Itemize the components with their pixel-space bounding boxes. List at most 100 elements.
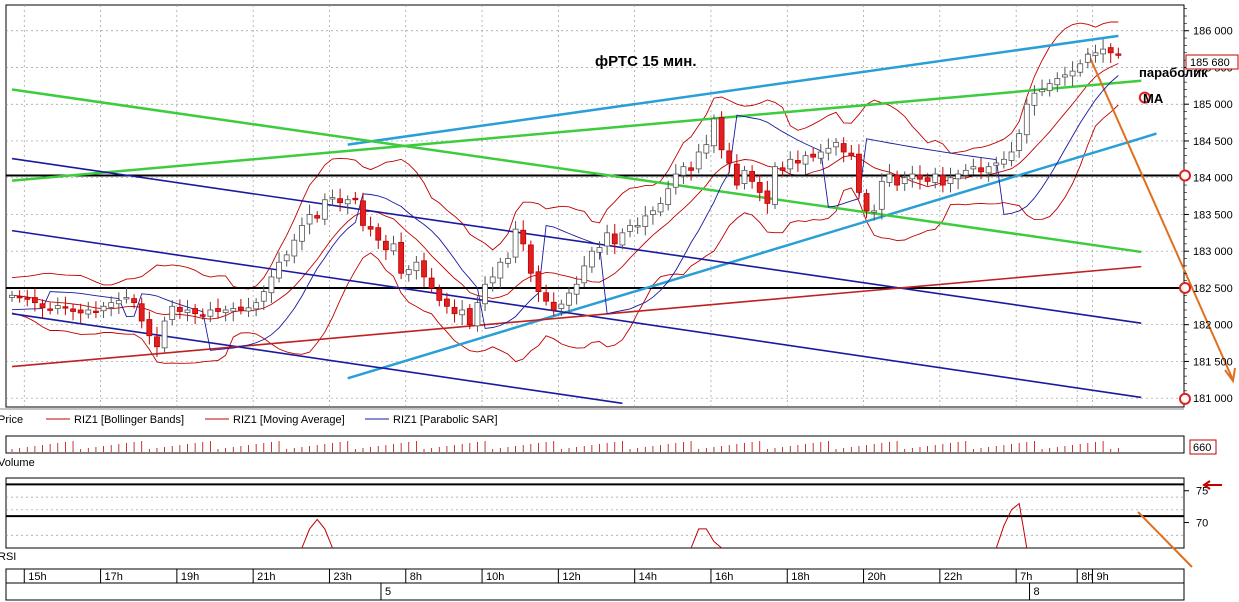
candle-up <box>634 225 641 228</box>
candle-up <box>695 151 702 170</box>
candle-up <box>650 210 656 215</box>
price-tick-label: 184 500 <box>1193 136 1233 148</box>
candle-up <box>627 225 633 232</box>
candle-down <box>924 177 931 182</box>
candle-down <box>314 215 321 219</box>
candle-down <box>1115 53 1122 56</box>
candle-down <box>718 117 725 151</box>
candle-up <box>100 305 107 312</box>
candle-up <box>1054 78 1061 86</box>
candle-up <box>772 166 778 205</box>
candle-down <box>352 197 359 201</box>
legend-bollinger: RIZ1 [Bollinger Bands] <box>74 414 184 426</box>
candle-up <box>993 162 1000 166</box>
candle-down <box>215 308 221 312</box>
candle-down <box>382 240 389 251</box>
candle-down <box>810 153 817 158</box>
candle-up <box>901 177 908 184</box>
volume-panel-frame <box>5 435 1185 454</box>
candle-up <box>207 309 214 317</box>
candle-up <box>1039 89 1045 93</box>
candle-up <box>909 173 916 180</box>
legend-price: Price <box>0 414 23 426</box>
price-tick-label: 183 500 <box>1193 209 1233 221</box>
candle-up <box>642 215 649 227</box>
legend-sar: RIZ1 [Parabolic SAR] <box>393 414 498 426</box>
candle-down <box>939 174 946 186</box>
candle-up <box>970 166 977 170</box>
volume-value-label: 660 <box>1193 442 1211 454</box>
time-tick-label: 8h <box>1081 571 1093 583</box>
time-tick-label: 7h <box>1020 571 1032 583</box>
candle-down <box>688 167 694 171</box>
candle-up <box>115 300 122 305</box>
candle-down <box>131 298 137 304</box>
candle-up <box>680 166 687 176</box>
candle-down <box>535 271 542 293</box>
candle-up <box>573 283 580 295</box>
candle-up <box>787 158 794 170</box>
candle-up <box>1046 83 1053 92</box>
candle-down <box>360 200 366 226</box>
candle-up <box>413 261 420 272</box>
legend-ma: RIZ1 [Moving Average] <box>233 414 345 426</box>
chart-svg: 186 000185 500185 000184 500184 000183 5… <box>0 4 1239 601</box>
candle-up <box>505 258 511 264</box>
candle-up <box>230 308 237 312</box>
candle-up <box>955 173 962 180</box>
candle-down <box>726 150 733 164</box>
candle-down <box>756 182 763 193</box>
candle-down <box>398 241 405 274</box>
candle-up <box>886 173 893 183</box>
candle-up <box>1001 158 1007 165</box>
candle-up <box>253 302 260 310</box>
price-tick-label: 184 000 <box>1193 173 1233 185</box>
price-tick-label: 183 000 <box>1193 246 1233 258</box>
candle-up <box>1084 53 1091 63</box>
candle-up <box>619 232 626 246</box>
day-label: 8 <box>1034 586 1040 598</box>
price-tick-label: 181 500 <box>1193 356 1233 368</box>
time-tick-label: 18h <box>791 571 809 583</box>
candle-up <box>1092 52 1099 56</box>
time-tick-label: 14h <box>639 571 657 583</box>
candle-down <box>611 233 618 245</box>
circle-marker <box>1179 392 1191 405</box>
candle-up <box>672 173 679 188</box>
candle-up <box>344 199 351 205</box>
candle-up <box>268 276 275 294</box>
candle-up <box>581 265 588 284</box>
price-tick-label: 186 000 <box>1193 26 1233 38</box>
candle-down <box>1107 47 1114 54</box>
candle-up <box>54 305 61 309</box>
candle-up <box>245 307 252 312</box>
candle-down <box>451 307 458 315</box>
candle-down <box>848 152 855 157</box>
candle-up <box>802 155 809 165</box>
candle-up <box>711 118 717 147</box>
time-tick-label: 9h <box>1096 571 1108 583</box>
rsi-panel-frame <box>5 477 1185 549</box>
candle-up <box>459 309 466 316</box>
candle-up <box>299 225 305 242</box>
candle-down <box>863 193 870 212</box>
candle-down <box>375 227 382 241</box>
candle-down <box>176 307 183 312</box>
time-tick-label: 19h <box>181 571 199 583</box>
candle-up <box>588 250 595 268</box>
candle-down <box>428 277 435 289</box>
candle-down <box>192 308 199 315</box>
candle-down <box>436 288 443 301</box>
candle-down <box>856 153 862 193</box>
rsi-tick-label: 70 <box>1196 518 1208 530</box>
candle-up <box>405 269 412 275</box>
time-tick-label: 22h <box>944 571 962 583</box>
candle-up <box>222 309 229 313</box>
price-tick-label: 182 500 <box>1193 283 1233 295</box>
candle-down <box>794 160 801 164</box>
candle-up <box>482 283 488 305</box>
annotation-ma: MA <box>1143 91 1164 106</box>
candle-up <box>947 177 954 184</box>
candle-up <box>1100 48 1106 55</box>
candle-down <box>444 298 450 307</box>
